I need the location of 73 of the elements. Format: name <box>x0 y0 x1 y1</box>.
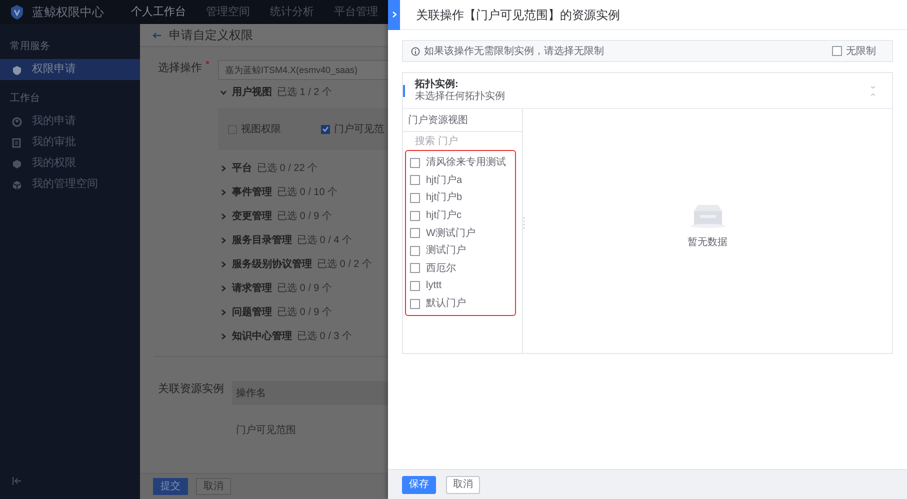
portal-checkbox[interactable]: 测试门户 <box>410 242 515 260</box>
check-icon <box>322 126 329 132</box>
sidebar-section-title: 工作台 <box>9 92 41 106</box>
empty-box-icon <box>688 202 728 228</box>
nav-tab[interactable]: 管理空间 <box>196 4 260 20</box>
group-name[interactable]: 用户视图 <box>232 84 272 100</box>
group-name[interactable]: 知识中心管理 <box>232 328 292 344</box>
back-arrow-icon <box>152 32 161 38</box>
group-name[interactable]: 服务目录管理 <box>232 232 292 248</box>
cube-icon <box>12 180 22 190</box>
form-label: 选择操作 <box>158 60 218 348</box>
sidebar-item[interactable]: 我的审批 <box>0 132 140 153</box>
drag-handle-icon <box>523 217 525 229</box>
portal-checkbox[interactable]: 清风徐来专用测试 <box>410 154 515 172</box>
submit-button[interactable]: 提交 <box>153 478 188 495</box>
selected-count: 已选 0 / 3 个 <box>297 330 352 344</box>
cancel-button[interactable]: 取消 <box>446 476 480 494</box>
selected-count: 已选 0 / 22 个 <box>257 162 318 176</box>
hexagon-icon <box>12 158 22 168</box>
sidebar-item[interactable]: 我的申请 <box>0 111 140 132</box>
save-button[interactable]: 保存 <box>402 476 436 494</box>
empty-state-text: 暂无数据 <box>688 236 728 250</box>
group-name[interactable]: 变更管理 <box>232 208 272 224</box>
group-name[interactable]: 服务级别协议管理 <box>232 256 312 272</box>
group-name[interactable]: 平台 <box>232 160 252 176</box>
unlimited-checkbox[interactable]: 无限制 <box>832 44 884 58</box>
system-select[interactable]: 嘉为蓝鲸ITSM4.X(esmv40_saas) <box>218 60 388 80</box>
group-name[interactable]: 事件管理 <box>232 184 272 200</box>
portal-checkbox[interactable]: 默认门户 <box>410 294 515 312</box>
topology-summary: 未选择任何拓扑实例 <box>415 90 505 102</box>
chevron-right-icon <box>392 11 396 18</box>
shield-logo-icon <box>10 4 24 20</box>
selected-count: 已选 0 / 4 个 <box>297 234 352 248</box>
selected-count: 已选 0 / 9 个 <box>277 210 332 224</box>
table-cell-text: 门户可见范围 <box>235 424 297 438</box>
action-checkbox[interactable]: 视图权限 <box>228 122 281 136</box>
topology-title: 拓扑实例: <box>415 78 460 90</box>
sidebar-section-title: 常用服务 <box>9 40 51 54</box>
drawer-title: 关联操作【门户可见范围】的资源实例 <box>415 6 620 24</box>
portal-checkbox[interactable]: lyttt <box>410 277 515 295</box>
nav-tab[interactable]: 个人工作台 <box>121 4 196 20</box>
portal-checkbox[interactable]: hjt门户b <box>410 189 515 207</box>
sidebar-item[interactable]: 权限申请 <box>0 59 140 80</box>
action-checkbox[interactable]: 门户可见范 <box>321 122 384 136</box>
group-name[interactable]: 请求管理 <box>232 280 272 296</box>
group-name[interactable]: 问题管理 <box>232 304 272 320</box>
selected-count: 已选 1 / 2 个 <box>277 86 332 100</box>
document-icon <box>12 138 22 148</box>
cancel-button[interactable]: 取消 <box>196 478 231 495</box>
notice-text: 如果该操作无需限制实例，请选择无限制 <box>424 44 604 58</box>
info-icon <box>411 46 420 56</box>
selected-count: 已选 0 / 9 个 <box>277 282 332 296</box>
portal-checkbox[interactable]: W测试门户 <box>410 224 515 242</box>
app-title: 蓝鲸权限中心 <box>32 4 104 21</box>
portal-checkbox[interactable]: 西厄尔 <box>410 260 515 278</box>
table-header: 操作名 <box>232 381 388 405</box>
page-title: 申请自定义权限 <box>169 27 253 44</box>
nav-tab[interactable]: 平台管理 <box>324 4 388 20</box>
nav-tab[interactable]: 统计分析 <box>260 4 324 20</box>
sidebar-item[interactable]: 我的管理空间 <box>0 174 140 195</box>
collapse-tab[interactable] <box>388 0 400 30</box>
user-circle-icon <box>12 116 22 126</box>
shield-icon <box>12 64 22 74</box>
portal-checkbox[interactable]: hjt门户a <box>410 172 515 190</box>
expand-collapse-icon <box>870 84 876 96</box>
portal-checkbox[interactable]: hjt门户c <box>410 206 515 224</box>
selected-count: 已选 0 / 10 个 <box>277 186 338 200</box>
collapse-icon <box>12 476 22 485</box>
sidebar-item[interactable]: 我的权限 <box>0 153 140 174</box>
section-label: 关联资源实例 <box>158 382 224 397</box>
selected-count: 已选 0 / 2 个 <box>317 258 372 272</box>
selected-count: 已选 0 / 9 个 <box>277 306 332 320</box>
view-tab[interactable]: 门户资源视图 <box>403 109 522 132</box>
